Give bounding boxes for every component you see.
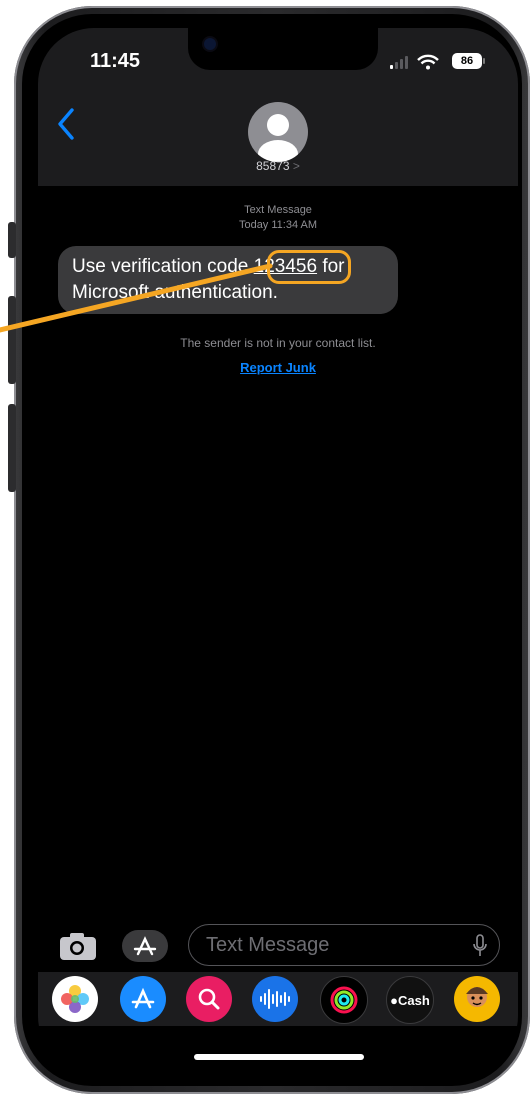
sender-number: 85873 [256,159,290,173]
sender-name[interactable]: 85873 > [238,159,318,173]
phone-screen: 11:45 86 85873 > Text Message Today 11:3… [38,28,518,1072]
mute-switch [8,222,16,258]
app-store-app-icon[interactable] [120,976,166,1022]
person-icon[interactable] [248,102,308,162]
chevron-left-icon[interactable] [54,106,78,142]
front-camera [204,38,216,50]
message-input-placeholder: Text Message [206,934,330,956]
code-highlight-annotation [267,250,351,284]
battery-tip [483,58,485,64]
volume-up-button [8,296,16,384]
home-indicator[interactable] [194,1054,364,1060]
volume-down-button [8,404,16,492]
battery-indicator: 86 [452,53,482,69]
apple-cash-label: Cash [398,992,430,1008]
photos-app-icon[interactable] [52,976,98,1022]
web-images-icon[interactable] [186,976,232,1022]
microphone-icon[interactable] [472,934,488,958]
status-time: 11:45 [90,50,141,72]
report-junk-link[interactable]: Report Junk [218,360,338,375]
apple-cash-icon[interactable]: ● Cash [386,976,434,1024]
signal-wifi-icons [390,54,439,70]
chevron-right-icon: > [292,159,300,173]
activity-icon[interactable] [320,976,368,1024]
audio-message-icon[interactable] [252,976,298,1022]
message-line2: Microsoft authentication. [72,282,278,303]
app-store-icon[interactable] [122,930,168,962]
memoji-icon[interactable] [454,976,500,1022]
message-line1-start: Use verification code [72,256,254,277]
notch [188,28,378,70]
camera-icon[interactable] [58,930,98,962]
unknown-sender-note: The sender is not in your contact list. [180,336,376,350]
message-timestamp: Today 11:34 AM [238,219,318,231]
message-type-label: Text Message [244,204,312,216]
